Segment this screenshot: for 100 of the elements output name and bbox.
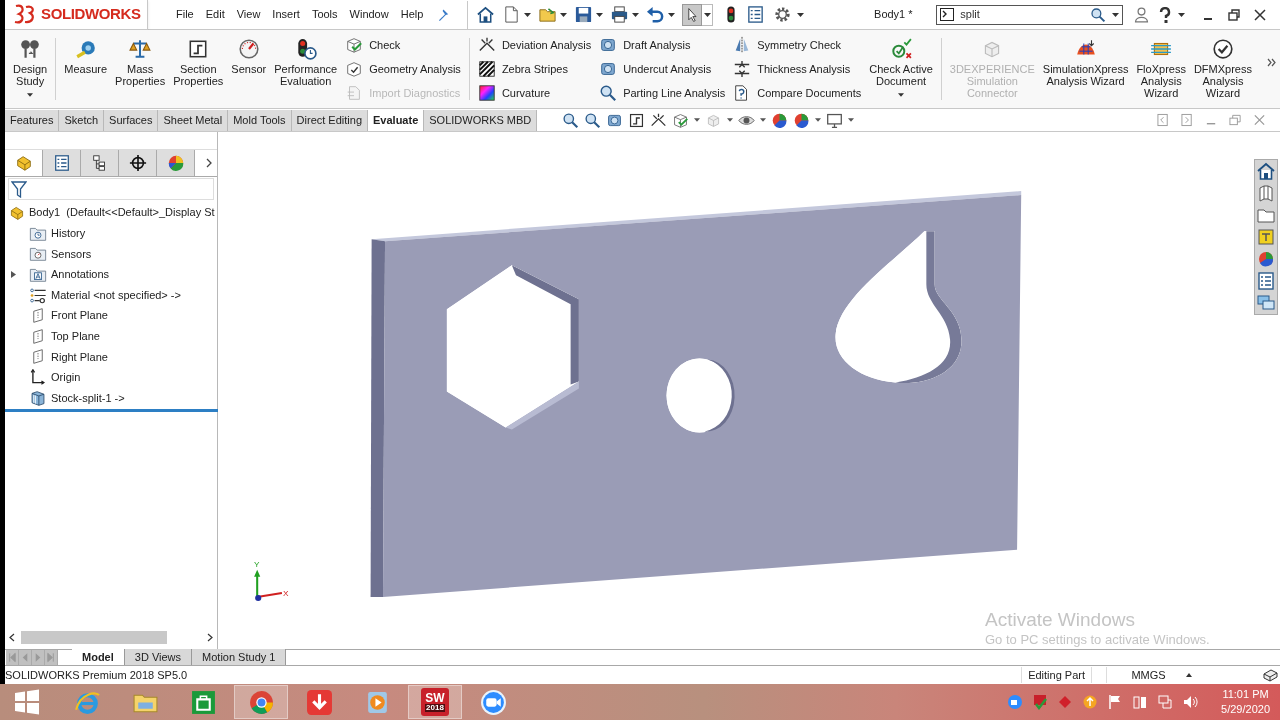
select-dropdown[interactable] (702, 3, 714, 26)
save-icon[interactable] (574, 5, 594, 24)
taskbar-app[interactable]: SW 2018 (408, 685, 462, 719)
expand-arrow-icon[interactable] (11, 271, 16, 278)
caret-icon[interactable] (1178, 12, 1186, 17)
windows-start-icon[interactable] (14, 689, 40, 715)
ribbon-button[interactable]: DFMXpress Analysis Wizard (1189, 30, 1256, 108)
cube-icon[interactable] (672, 111, 690, 129)
ribbon-button[interactable]: Geometry Analysis (345, 59, 461, 79)
ribbon-button[interactable]: Zebra Stripes (477, 59, 592, 79)
ribbon-button[interactable]: Undercut Analysis (599, 59, 726, 79)
ribbon-tab[interactable]: Sheet Metal (158, 110, 229, 131)
ribbon-button[interactable]: Check Active Document (865, 30, 937, 108)
tree-item[interactable]: Stock-split-1 -> (5, 387, 217, 409)
sphere-icon[interactable] (771, 111, 789, 129)
printer-icon[interactable] (610, 5, 630, 24)
tree-item[interactable]: Origin (5, 367, 217, 388)
tree-item[interactable]: Front Plane (5, 305, 217, 326)
panel-tab[interactable] (119, 150, 157, 176)
close-icon[interactable] (1253, 7, 1268, 22)
scrollbar-thumb[interactable] (21, 630, 167, 644)
ribbon-button[interactable]: Measure (60, 30, 112, 108)
bottom-tab[interactable]: Motion Study 1 (192, 649, 287, 665)
home-icon[interactable] (1255, 161, 1277, 181)
list-icon[interactable] (1255, 271, 1277, 291)
scroll-left-icon[interactable] (9, 632, 15, 642)
ribbon-tab[interactable]: Sketch (59, 110, 105, 131)
ribbon-button[interactable]: Sensor (227, 30, 271, 108)
ribbon-tab[interactable]: SOLIDWORKS MBD (424, 110, 538, 131)
speaker-icon[interactable] (1182, 694, 1199, 710)
tree-item[interactable]: Annotations (5, 264, 217, 285)
ribbon-tab[interactable]: Mold Tools (228, 110, 292, 131)
caret-icon[interactable] (560, 12, 568, 17)
home-icon[interactable] (476, 5, 496, 24)
caret-icon[interactable] (668, 12, 676, 17)
help-icon[interactable] (1158, 6, 1173, 23)
list-icon[interactable] (746, 5, 766, 24)
tile-right-icon[interactable] (1181, 113, 1194, 127)
video-camera-icon[interactable] (1007, 694, 1024, 710)
ribbon-button[interactable]: Thickness Analysis (733, 59, 862, 79)
menu-item[interactable]: Tools (305, 4, 344, 25)
search-field[interactable]: split (936, 4, 1124, 25)
select-button[interactable] (682, 3, 703, 26)
ribbon-button[interactable]: Check (345, 35, 461, 55)
clock-date[interactable]: 5/29/2020 (1221, 702, 1270, 717)
ribbon-button[interactable]: Section Properties (169, 30, 228, 108)
ribbon-button[interactable]: Symmetry Check (733, 35, 862, 55)
caret-icon[interactable] (727, 118, 734, 122)
taskbar-app[interactable] (234, 685, 288, 719)
caret-icon[interactable] (898, 93, 904, 97)
ribbon-button[interactable]: Design Study (9, 30, 52, 108)
panel-tab[interactable] (81, 150, 119, 176)
zoom-area-icon[interactable] (584, 111, 602, 129)
tree-item[interactable]: Material <not specified> -> (5, 284, 217, 306)
ribbon-button[interactable]: Compare Documents (733, 83, 862, 103)
units-selector[interactable]: MMGS (1131, 666, 1166, 684)
caret-icon[interactable] (27, 93, 34, 97)
sphere-icon[interactable] (793, 111, 811, 129)
ribbon-button[interactable]: FloXpress Analysis Wizard (1132, 30, 1190, 108)
caret-icon[interactable] (596, 12, 604, 17)
menu-item[interactable]: File (170, 4, 200, 25)
clock-time[interactable]: 11:01 PM (1222, 687, 1269, 702)
caret-icon[interactable] (694, 118, 701, 122)
ribbon-tab[interactable]: Features (5, 110, 60, 131)
ribbon-tab[interactable]: Surfaces (104, 110, 159, 131)
caret-icon[interactable] (797, 12, 805, 17)
settings-icon[interactable] (773, 5, 793, 24)
ribbon-button[interactable]: Performance Evaluation (270, 30, 342, 108)
caret-icon[interactable] (815, 118, 822, 122)
caret-up-icon[interactable] (1185, 673, 1192, 677)
caret-icon[interactable] (632, 12, 640, 17)
menu-item[interactable]: Edit (199, 4, 231, 25)
tree-item[interactable]: Right Plane (5, 346, 217, 368)
caret-icon[interactable] (524, 12, 532, 17)
tree-item[interactable]: Sensors (5, 243, 217, 265)
caret-icon[interactable] (703, 12, 711, 17)
ribbon-button[interactable]: SimulationXpress Analysis Wizard (1038, 30, 1133, 108)
menu-item[interactable]: Insert (266, 4, 306, 25)
tile-left-icon[interactable] (1157, 113, 1170, 127)
ribbon-button[interactable]: Draft Analysis (599, 35, 726, 55)
menu-item[interactable]: Window (343, 4, 395, 25)
scroll-right-icon[interactable] (207, 632, 213, 642)
caret-icon[interactable] (760, 118, 767, 122)
ribbon-button[interactable]: Mass Properties (111, 30, 170, 108)
ribbon-button[interactable]: Curvature (477, 83, 592, 103)
tree-item[interactable]: Top Plane (5, 325, 217, 347)
undo-icon[interactable] (646, 5, 666, 24)
panel-tab[interactable] (43, 150, 81, 176)
ribbon-tab[interactable]: Direct Editing (291, 110, 368, 131)
rebuild-icon[interactable] (1262, 668, 1278, 682)
ribbon-button[interactable]: Deviation Analysis (477, 35, 592, 55)
check-badge-icon[interactable] (1032, 694, 1049, 710)
menu-item[interactable]: Help (394, 4, 430, 25)
caret-icon[interactable] (1112, 12, 1120, 17)
tree-item[interactable]: History (5, 223, 217, 244)
tree-item[interactable]: Body1 (Default<<Default>_Display St (5, 202, 217, 223)
monitor-icon[interactable] (826, 111, 844, 129)
more-icon[interactable] (1267, 58, 1276, 67)
arrows-icon[interactable] (650, 111, 668, 129)
menu-item[interactable]: View (230, 4, 267, 25)
